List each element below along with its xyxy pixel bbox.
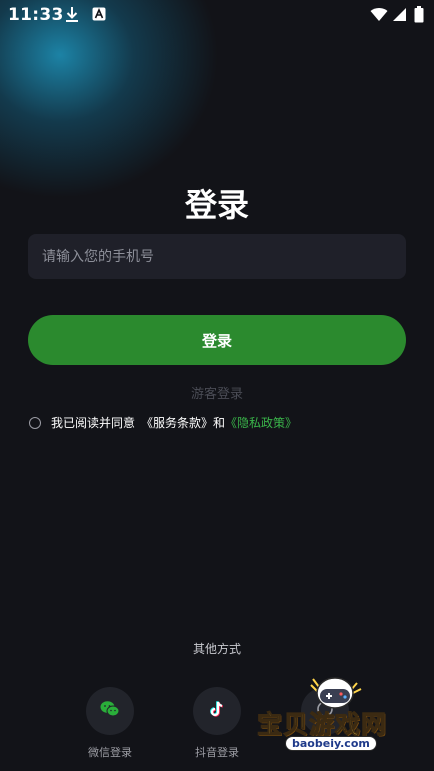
wifi-icon	[370, 7, 388, 26]
login-button[interactable]: 登录	[28, 315, 406, 365]
phone-input[interactable]	[28, 234, 406, 279]
login-screen: 11:33 登录 请输入您的手机号 登录 游客登录 我已阅读并同意 《服务条款》…	[0, 0, 434, 771]
watermark-url: baobeiy.com	[285, 736, 377, 751]
douyin-login-button[interactable]: 抖音登录	[177, 687, 257, 760]
terms-link[interactable]: 《服务条款》	[141, 414, 213, 431]
agree-checkbox[interactable]	[29, 416, 41, 429]
guest-login-link[interactable]: 游客登录	[0, 383, 434, 402]
wechat-icon	[100, 700, 120, 722]
douyin-login-label: 抖音登录	[195, 746, 239, 759]
download-icon	[64, 6, 80, 28]
agreement-and: 和	[213, 416, 226, 430]
status-bar: 11:33	[0, 0, 434, 30]
wechat-login-button[interactable]: 微信登录	[70, 687, 150, 760]
wechat-login-circle[interactable]	[86, 687, 134, 735]
page-title: 登录	[184, 186, 249, 224]
battery-icon	[414, 6, 424, 27]
signal-icon	[392, 7, 407, 26]
douyin-icon	[209, 700, 225, 722]
app-notification-icon	[92, 6, 106, 25]
other-methods-heading: 其他方式	[192, 642, 241, 656]
wechat-login-label: 微信登录	[88, 746, 132, 759]
status-time: 11:33	[8, 5, 64, 25]
watermark: 宝贝游戏网 baobeiy.com	[255, 675, 415, 765]
privacy-link[interactable]: 《隐私政策》	[225, 414, 297, 431]
agreement-text: 我已阅读并同意	[51, 416, 136, 430]
douyin-login-circle[interactable]	[193, 687, 241, 735]
agreement-row: 我已阅读并同意 《服务条款》 和 《隐私政策》	[29, 414, 297, 431]
